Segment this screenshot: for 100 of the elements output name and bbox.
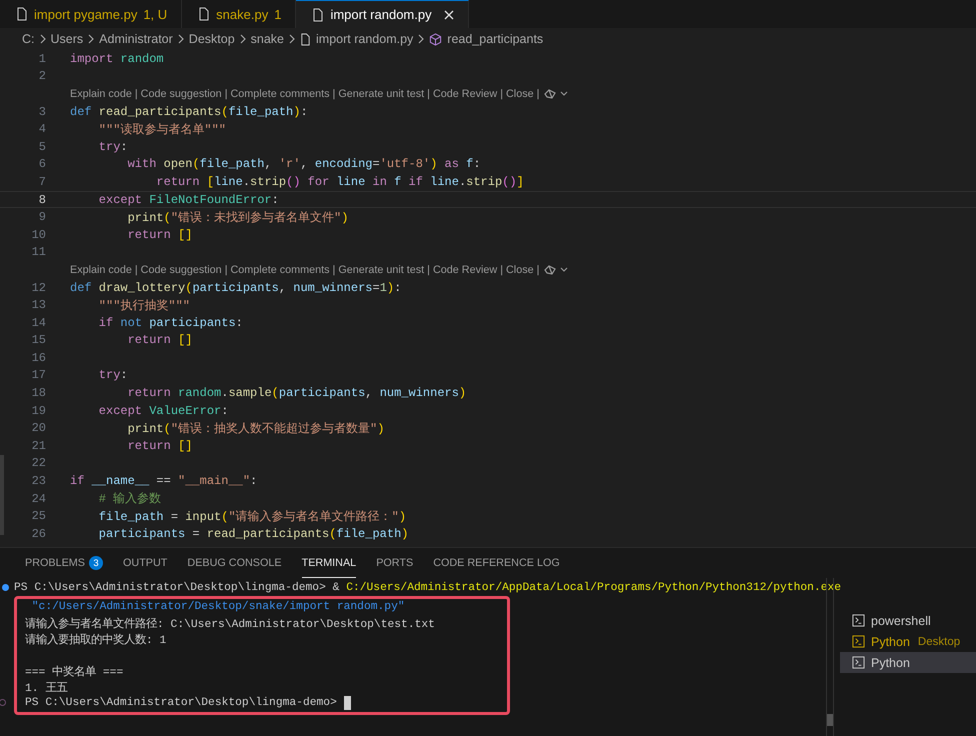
chevron-down-icon[interactable] bbox=[560, 266, 568, 273]
code-line: file_path = input("请输入参与者名单文件路径：") bbox=[98, 508, 406, 525]
line-number: 9 bbox=[38, 210, 46, 224]
code-line: participants = read_participants(file_path) bbox=[98, 526, 408, 541]
line-number: 26 bbox=[30, 526, 46, 541]
code-lens-action[interactable]: Generate unit test bbox=[338, 264, 424, 276]
code-line: if not participants: bbox=[98, 316, 243, 330]
line-number: 2 bbox=[38, 69, 46, 84]
breadcrumb-item[interactable]: read_participants bbox=[447, 32, 544, 46]
code-line: import random bbox=[70, 52, 164, 66]
line-number: 23 bbox=[30, 474, 46, 488]
code-lens-action[interactable]: Explain code bbox=[70, 264, 132, 276]
terminal-icon bbox=[852, 614, 865, 627]
separator-text: | bbox=[500, 88, 503, 100]
editor-tab[interactable]: import random.py bbox=[296, 0, 469, 28]
terminal-list-item[interactable]: powershell bbox=[840, 610, 976, 631]
code-line: try: bbox=[98, 368, 128, 382]
code-lens-action[interactable]: Code suggestion bbox=[140, 264, 222, 276]
terminal-list-item[interactable]: Python Desktop bbox=[840, 631, 976, 652]
panel-tab[interactable]: TERMINAL bbox=[302, 548, 356, 578]
terminal-line: PS C:\Users\Administrator\Desktop\lingma-demo> & C:/Users/Administrator/AppData/Local/Programs/Python/Python312/python.exe bbox=[14, 582, 842, 594]
line-number: 12 bbox=[30, 280, 46, 295]
code-line: try: bbox=[98, 140, 128, 154]
breadcrumb-item[interactable]: snake bbox=[250, 32, 284, 46]
code-line: """读取参与者名单""" bbox=[98, 122, 226, 138]
line-number: 18 bbox=[30, 386, 46, 400]
line-number: 6 bbox=[38, 157, 46, 172]
separator-text: | bbox=[332, 88, 336, 100]
line-number: 22 bbox=[30, 456, 46, 470]
line-number: 19 bbox=[30, 404, 46, 418]
separator-text: | bbox=[224, 88, 228, 100]
count-badge: 3 bbox=[89, 556, 103, 570]
file-icon bbox=[300, 32, 312, 46]
line-number: 5 bbox=[38, 140, 46, 154]
logo-icon[interactable] bbox=[543, 88, 558, 100]
line-number: 14 bbox=[30, 316, 46, 330]
code-lens-action[interactable]: Explain code bbox=[70, 88, 132, 100]
line-number: 7 bbox=[38, 174, 46, 189]
panel-tab[interactable]: OUTPUT bbox=[123, 548, 168, 578]
separator-text: | bbox=[224, 264, 228, 276]
separator-text: | bbox=[427, 88, 430, 100]
line-number: 21 bbox=[30, 438, 46, 453]
separator-text: | bbox=[500, 264, 503, 276]
code-lens-action[interactable]: Code Review bbox=[432, 264, 498, 276]
separator-text: | bbox=[134, 88, 138, 100]
line-number: 15 bbox=[30, 333, 46, 348]
line-number: 3 bbox=[38, 104, 46, 119]
editor-tab[interactable]: import pygame.py 1, U bbox=[0, 0, 182, 28]
code-lens-action[interactable]: Close bbox=[506, 88, 534, 100]
breadcrumb-item[interactable]: C: bbox=[22, 32, 34, 46]
code-line: def draw_lottery(participants, num_winners=1): bbox=[70, 280, 402, 295]
file-icon bbox=[198, 7, 210, 21]
code-line: """执行抽奖""" bbox=[98, 298, 190, 314]
line-number: 24 bbox=[30, 492, 46, 506]
code-line: def read_participants(file_path): bbox=[70, 104, 308, 119]
logo-icon[interactable] bbox=[543, 264, 558, 276]
terminal-icon bbox=[852, 656, 865, 669]
code-line: return [] bbox=[126, 438, 192, 453]
separator-text: | bbox=[427, 264, 430, 276]
chevron-icon bbox=[88, 34, 94, 44]
code-line: print("错误：未找到参与者名单文件") bbox=[126, 210, 348, 226]
code-lens-action[interactable]: Complete comments bbox=[230, 264, 330, 276]
cube-icon bbox=[429, 32, 442, 46]
line-number: 17 bbox=[30, 368, 46, 382]
code-lens-action[interactable]: Complete comments bbox=[230, 88, 330, 100]
breadcrumb-item[interactable]: Administrator bbox=[99, 32, 173, 46]
code-line: return [] bbox=[126, 333, 192, 348]
code-line: return random.sample(participants, num_winners) bbox=[126, 386, 466, 400]
code-lens-action[interactable]: Code Review bbox=[432, 88, 498, 100]
terminal-line: PS C:\Users\Administrator\Desktop\lingma-demo> bbox=[25, 697, 338, 709]
code-line: return [line.strip() for line in f if line.strip()] bbox=[155, 174, 524, 189]
terminal-list-item[interactable]: Python bbox=[840, 652, 976, 673]
line-number: 13 bbox=[30, 298, 46, 312]
line-number: 25 bbox=[30, 509, 46, 524]
separator-text: | bbox=[536, 264, 540, 276]
panel-tab[interactable]: CODE REFERENCE LOG bbox=[433, 548, 560, 578]
code-line: print("错误：抽奖人数不能超过参与者数量") bbox=[126, 420, 384, 437]
panel-tab[interactable]: PORTS bbox=[376, 548, 414, 578]
breadcrumb-item[interactable]: import random.py bbox=[316, 32, 414, 46]
close-icon[interactable] bbox=[444, 10, 454, 20]
chevron-icon bbox=[40, 34, 46, 44]
file-icon bbox=[312, 8, 324, 22]
terminal-line: 请输入参与者名单文件路径: C:\Users\Administrator\Desktop\test.txt bbox=[25, 616, 435, 630]
code-line: except FileNotFoundError: bbox=[98, 192, 279, 207]
panel-tab[interactable]: PROBLEMS 3 bbox=[25, 548, 103, 578]
chevron-down-icon[interactable] bbox=[560, 90, 568, 97]
line-number: 11 bbox=[30, 245, 46, 260]
panel-tab[interactable]: DEBUG CONSOLE bbox=[187, 548, 282, 578]
code-line: except ValueError: bbox=[98, 404, 228, 418]
line-number: 10 bbox=[30, 228, 46, 242]
breadcrumb-item[interactable]: Users bbox=[50, 32, 84, 46]
code-lens-action[interactable]: Close bbox=[506, 264, 534, 276]
file-icon bbox=[16, 7, 28, 21]
code-lens-action[interactable]: Code suggestion bbox=[140, 88, 222, 100]
code-line: return [] bbox=[126, 228, 192, 242]
chevron-icon bbox=[289, 34, 296, 44]
code-lens-action[interactable]: Generate unit test bbox=[338, 88, 424, 100]
chevron-icon bbox=[178, 34, 184, 44]
line-number: 1 bbox=[38, 52, 46, 66]
breadcrumb-item[interactable]: Desktop bbox=[188, 32, 235, 46]
